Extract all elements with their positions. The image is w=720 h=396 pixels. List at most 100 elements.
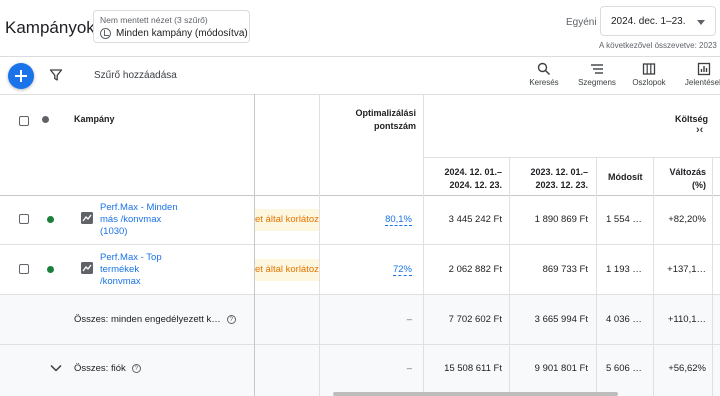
- expand-collapse-icon[interactable]: ›‹: [696, 124, 703, 136]
- campaign-name-line1: Perf.Max - Minden: [100, 202, 178, 213]
- reports-tool-label: Jelentések: [684, 78, 720, 87]
- segment-icon: [591, 64, 603, 74]
- total-account-text: Összes: fiók: [74, 363, 126, 374]
- view-chip-label: Minden kampány (módosítva): [116, 28, 248, 39]
- divider: [423, 94, 424, 396]
- saved-view-chip[interactable]: Nem mentett nézet (3 szűrő) Minden kampá…: [93, 10, 250, 43]
- divider: [423, 157, 720, 158]
- segment-tool[interactable]: Szegmens: [574, 62, 620, 87]
- filter-icon[interactable]: [49, 68, 63, 82]
- help-icon[interactable]: ?: [226, 315, 236, 324]
- table-toolbar: Szűrő hozzáadása Keresés Szegmens Oszlop…: [0, 56, 720, 94]
- campaign-name-link[interactable]: Perf.Max - Minden más /konvmax (1030): [100, 202, 178, 238]
- search-tool[interactable]: Keresés: [522, 62, 566, 87]
- subheader-period-2024-line2: 2024. 12. 23.: [449, 180, 502, 190]
- campaign-name-line2: más /konvmax: [100, 214, 162, 225]
- status-limited-badge[interactable]: et által korlátoz: [255, 259, 319, 281]
- cost-change-pct: +137,1…: [667, 264, 706, 275]
- optimization-score-value: 80,1%: [385, 214, 412, 226]
- optimization-score[interactable]: 80,1%: [330, 214, 412, 226]
- add-filter-link[interactable]: Szűrő hozzáadása: [94, 70, 177, 81]
- total-enabled-text: Összes: minden engedélyezett k…: [74, 314, 221, 325]
- divider: [712, 157, 713, 396]
- campaign-name-line2: termékek: [100, 264, 140, 275]
- performance-max-icon: [81, 262, 93, 274]
- cost-2023: 869 733 Ft: [542, 264, 588, 275]
- date-range-button[interactable]: 2024. dec. 1–23.: [600, 6, 716, 36]
- total-account-label: Összes: fiók?: [74, 363, 141, 374]
- total-enabled-2024: 7 702 602 Ft: [448, 314, 502, 325]
- status-enabled-icon[interactable]: [47, 266, 54, 273]
- columns-tool-label: Oszlopok: [632, 78, 666, 87]
- date-range-type: Egyéni: [566, 17, 597, 28]
- divider: [0, 244, 720, 245]
- cost-change: 1 554 …: [606, 214, 642, 225]
- column-header-campaign[interactable]: Kampány: [74, 114, 115, 124]
- reports-tool[interactable]: Jelentések: [682, 62, 720, 87]
- row-checkbox[interactable]: [19, 264, 29, 274]
- total-enabled-opt: –: [406, 314, 412, 325]
- column-header-optimization-line1: Optimalizálási: [355, 108, 416, 118]
- select-all-checkbox[interactable]: [19, 116, 29, 126]
- subheader-change-pct[interactable]: Változás (%): [658, 167, 706, 190]
- optimization-score[interactable]: 72%: [330, 264, 412, 276]
- search-tool-label: Keresés: [529, 78, 559, 87]
- optimization-score-value: 72%: [392, 264, 412, 276]
- divider: [0, 195, 720, 196]
- divider: [254, 94, 255, 396]
- cost-2023: 1 890 869 Ft: [534, 214, 588, 225]
- subheader-period-2023[interactable]: 2023. 12. 01.– 2023. 12. 23.: [514, 167, 588, 190]
- columns-tool[interactable]: Oszlopok: [626, 62, 672, 87]
- columns-icon: [642, 63, 656, 75]
- view-chip-caption: Nem mentett nézet (3 szűrő): [100, 15, 208, 25]
- help-icon[interactable]: ?: [131, 364, 141, 373]
- subheader-period-2023-line2: 2023. 12. 23.: [535, 180, 588, 190]
- history-icon: [100, 28, 111, 39]
- segment-tool-label: Szegmens: [578, 78, 616, 87]
- total-enabled-2023: 3 665 994 Ft: [534, 314, 588, 325]
- divider: [0, 94, 720, 95]
- column-header-optimization[interactable]: Optimalizálási pontszám: [330, 108, 416, 131]
- campaign-name-line1: Perf.Max - Top: [100, 252, 162, 263]
- total-account-2024: 15 508 611 Ft: [444, 363, 502, 374]
- column-header-optimization-line2: pontszám: [373, 121, 416, 131]
- cost-change: 1 193 …: [606, 264, 642, 275]
- reports-icon: [697, 62, 711, 76]
- campaign-table: Kampány Optimalizálási pontszám Költség …: [0, 94, 720, 396]
- add-campaign-button[interactable]: [8, 63, 34, 89]
- subheader-period-2024[interactable]: 2024. 12. 01.– 2024. 12. 23.: [428, 167, 502, 190]
- total-enabled-change: 4 036 …: [606, 314, 642, 325]
- total-enabled-pct: +110,1…: [667, 314, 706, 325]
- subheader-period-2024-line1: 2024. 12. 01.–: [444, 167, 502, 177]
- compare-note: A következővel összevetve: 2023: [599, 41, 717, 50]
- total-account-2023: 9 901 801 Ft: [534, 363, 588, 374]
- caret-down-icon: [697, 20, 705, 25]
- campaign-name-link[interactable]: Perf.Max - Top termékek /konvmax: [100, 252, 162, 288]
- column-header-cost[interactable]: Költség: [640, 114, 708, 124]
- total-account-change: 5 606 …: [606, 363, 642, 374]
- subheader-change[interactable]: Módosít: [608, 172, 643, 182]
- status-limited-badge[interactable]: et által korlátoz: [255, 209, 319, 231]
- campaign-name-line3: /konvmax: [100, 276, 141, 287]
- performance-max-icon: [81, 212, 93, 224]
- divider: [596, 157, 597, 396]
- divider: [319, 94, 320, 396]
- date-range-text: 2024. dec. 1–23.: [611, 16, 686, 27]
- total-enabled-label: Összes: minden engedélyezett k…?: [74, 314, 236, 325]
- subheader-period-2023-line1: 2023. 12. 01.–: [530, 167, 588, 177]
- row-checkbox[interactable]: [19, 214, 29, 224]
- status-enabled-icon[interactable]: [47, 216, 54, 223]
- divider: [653, 157, 654, 396]
- subheader-change-pct-line2: (%): [692, 180, 706, 190]
- cost-2024: 2 062 882 Ft: [448, 264, 502, 275]
- campaign-name-line3: (1030): [100, 226, 128, 237]
- subheader-change-pct-line1: Változás: [669, 167, 706, 177]
- horizontal-scrollbar[interactable]: [333, 392, 618, 396]
- chevron-down-icon[interactable]: [50, 364, 62, 372]
- status-header-icon: [42, 116, 49, 123]
- page-title: Kampányok: [5, 18, 95, 37]
- total-account-opt: –: [406, 363, 412, 374]
- cost-change-pct: +82,20%: [668, 214, 706, 225]
- divider: [0, 294, 720, 295]
- cost-2024: 3 445 242 Ft: [448, 214, 502, 225]
